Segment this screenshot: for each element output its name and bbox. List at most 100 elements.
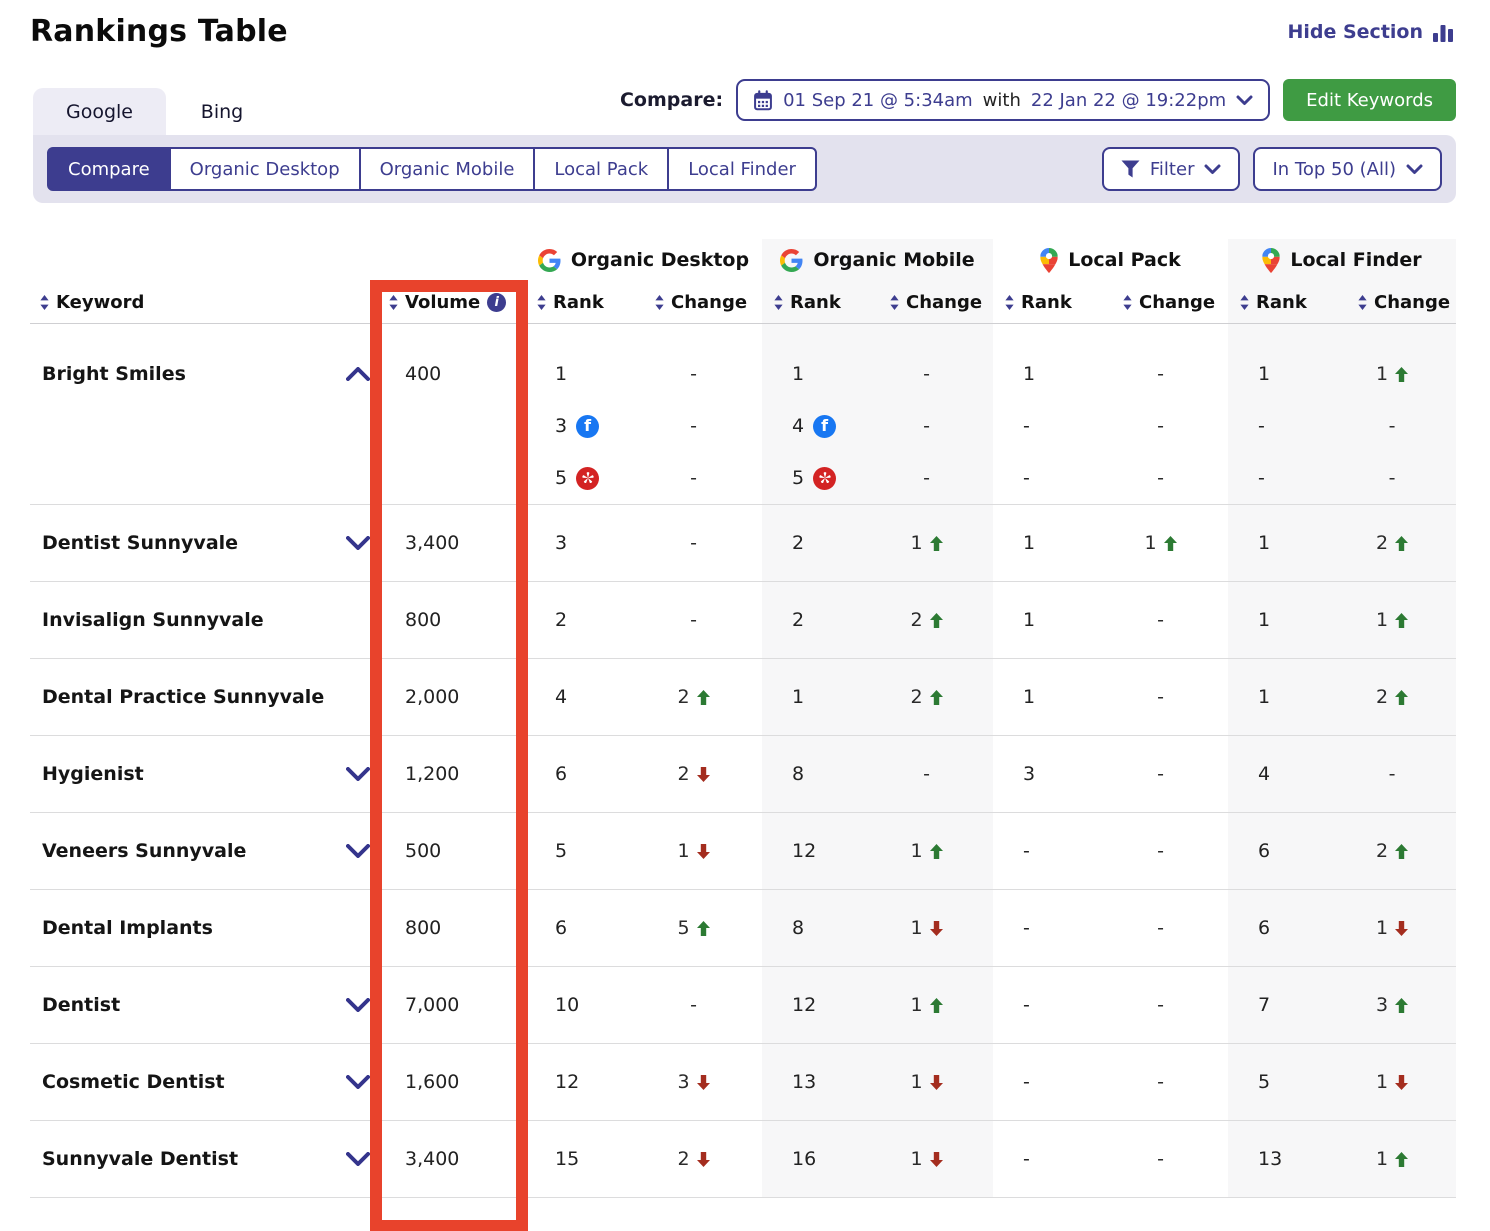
rank-cell-organic-desktop: 6: [525, 890, 645, 966]
view-tab-organic-desktop[interactable]: Organic Desktop: [169, 147, 361, 191]
keyword-cell: Dental Practice Sunnyvale: [30, 659, 375, 735]
change-line: -: [645, 994, 762, 1016]
rank-value: 1: [1023, 363, 1035, 385]
rank-value: 15: [555, 1148, 579, 1170]
change-line: -: [1113, 994, 1228, 1016]
change-value: -: [1157, 686, 1164, 708]
chevron-down-row-icon[interactable]: [346, 536, 370, 550]
change-line: 1: [880, 1148, 993, 1170]
change-line: 2: [645, 763, 762, 785]
view-tabs: CompareOrganic DesktopOrganic MobileLoca…: [47, 147, 817, 191]
rank-value: 1: [1258, 532, 1270, 554]
sort-keyword-header[interactable]: Keyword: [30, 281, 375, 323]
group-header-spacer-keyword: [30, 239, 375, 281]
keyword-line: Hygienist: [30, 763, 375, 785]
rank-cell-organic-desktop: 2: [525, 582, 645, 658]
volume-cell: 400: [375, 324, 525, 504]
rank-cell-local-finder: 6: [1228, 890, 1348, 966]
change-line: -: [1113, 1148, 1228, 1170]
rank-line: -: [993, 840, 1113, 862]
top-filter-button[interactable]: In Top 50 (All): [1253, 147, 1442, 191]
sort-rank-header-organic-mobile[interactable]: Rank: [762, 281, 880, 323]
rank-cell-local-finder: 5: [1228, 1044, 1348, 1120]
chevron-down-row-icon[interactable]: [346, 1075, 370, 1089]
rank-line: 5: [762, 452, 880, 504]
keyword-label: Cosmetic Dentist: [42, 1071, 225, 1093]
rank-cell-local-finder: 6: [1228, 813, 1348, 889]
table-row: Dental Implants8006581--61: [30, 890, 1456, 967]
change-cell-local-pack: -: [1113, 967, 1228, 1043]
rank-cell-local-pack: -: [993, 813, 1113, 889]
change-value: 1: [1376, 363, 1388, 385]
chevron-down-row-icon[interactable]: [346, 767, 370, 781]
change-line: 1: [1348, 1071, 1456, 1093]
sort-volume-header[interactable]: Volumei: [375, 281, 525, 323]
volume-value: 400: [375, 348, 525, 400]
change-value: -: [1157, 363, 1164, 385]
rank-line: 1: [1228, 609, 1348, 631]
tab-google[interactable]: Google: [33, 88, 166, 135]
rank-line: 3: [993, 763, 1113, 785]
rank-value: 3: [555, 415, 567, 437]
change-line: -: [880, 452, 993, 504]
change-value: 3: [1376, 994, 1388, 1016]
view-tab-compare[interactable]: Compare: [47, 147, 171, 191]
keyword-label: Dental Implants: [42, 917, 213, 939]
page-title: Rankings Table: [30, 14, 288, 49]
change-cell-organic-desktop: 5: [645, 890, 762, 966]
sort-arrows-icon: [537, 295, 546, 310]
chevron-up-icon[interactable]: [346, 367, 370, 381]
sort-change-header-local-finder[interactable]: Change: [1348, 281, 1456, 323]
volume-value: 500: [375, 840, 525, 862]
view-tab-organic-mobile[interactable]: Organic Mobile: [359, 147, 536, 191]
change-line: 1: [645, 840, 762, 862]
volume-value: 3,400: [375, 1148, 525, 1170]
chevron-down-row-icon[interactable]: [346, 998, 370, 1012]
change-line: 1: [880, 994, 993, 1016]
sort-change-header-local-pack[interactable]: Change: [1113, 281, 1228, 323]
change-value: -: [1157, 840, 1164, 862]
rank-value: 12: [555, 1071, 579, 1093]
change-cell-local-pack: -: [1113, 1044, 1228, 1120]
view-tab-local-finder[interactable]: Local Finder: [667, 147, 817, 191]
chevron-down-row-icon[interactable]: [346, 1152, 370, 1166]
change-line: -: [880, 763, 993, 785]
change-line: -: [1348, 400, 1456, 452]
view-tab-local-pack[interactable]: Local Pack: [533, 147, 669, 191]
rank-cell-organic-desktop: 4: [525, 659, 645, 735]
rank-line: 12: [762, 994, 880, 1016]
change-line: 1: [880, 532, 993, 554]
change-cell-local-finder: 1: [1348, 1121, 1456, 1197]
change-value: 1: [1376, 1071, 1388, 1093]
change-value: 1: [910, 840, 922, 862]
rank-line: 13: [762, 1071, 880, 1093]
chevron-down-row-icon[interactable]: [346, 844, 370, 858]
change-cell-local-pack: -: [1113, 659, 1228, 735]
rank-cell-organic-mobile: 2: [762, 582, 880, 658]
sort-change-header-organic-mobile[interactable]: Change: [880, 281, 993, 323]
keyword-label: Hygienist: [42, 763, 144, 785]
chevron-down-icon: [1406, 164, 1423, 175]
hide-section-button[interactable]: Hide Section: [1287, 21, 1454, 43]
info-icon[interactable]: i: [487, 293, 506, 312]
sort-change-header-organic-desktop[interactable]: Change: [645, 281, 762, 323]
rank-line: -: [993, 1148, 1113, 1170]
sort-rank-header-local-finder[interactable]: Rank: [1228, 281, 1348, 323]
rank-value: -: [1258, 415, 1265, 437]
change-value: -: [923, 415, 930, 437]
arrow-down-icon: [697, 1152, 710, 1167]
tab-bing[interactable]: Bing: [166, 88, 278, 135]
filter-button[interactable]: Filter: [1102, 147, 1241, 191]
edit-keywords-button[interactable]: Edit Keywords: [1283, 79, 1456, 121]
change-cell-local-pack: ---: [1113, 324, 1228, 504]
sort-rank-header-organic-desktop[interactable]: Rank: [525, 281, 645, 323]
change-cell-local-pack: -: [1113, 582, 1228, 658]
change-line: -: [1113, 400, 1228, 452]
rank-cell-organic-mobile: 14f5: [762, 324, 880, 504]
rank-value: 4: [555, 686, 567, 708]
compare-date-range-button[interactable]: 01 Sep 21 @ 5:34am with 22 Jan 22 @ 19:2…: [736, 79, 1270, 121]
change-cell-organic-mobile: -: [880, 736, 993, 812]
sort-rank-header-local-pack[interactable]: Rank: [993, 281, 1113, 323]
change-line: 1: [1113, 532, 1228, 554]
volume-value: 800: [375, 609, 525, 631]
